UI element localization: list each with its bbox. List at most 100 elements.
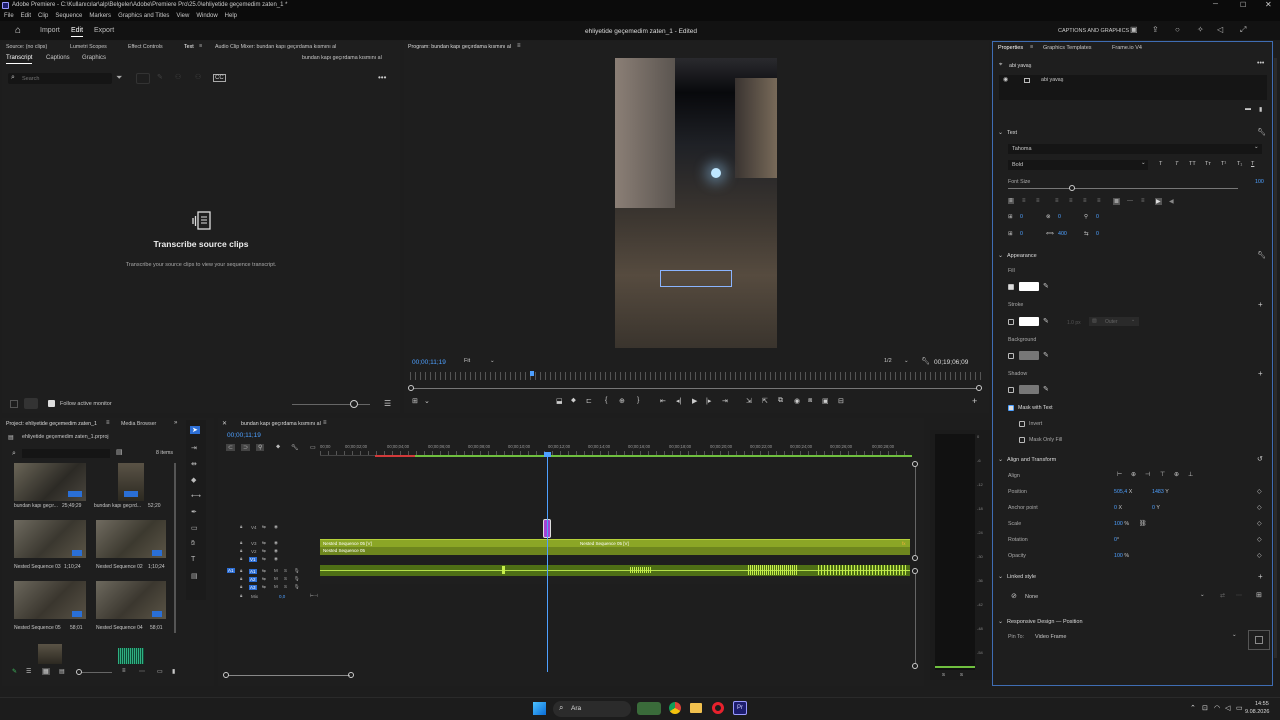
- fill-checkbox[interactable]: [1008, 284, 1014, 290]
- rotation-keyframe-icon[interactable]: ◇: [1257, 536, 1262, 543]
- align-center-icon[interactable]: ≡: [1022, 198, 1026, 204]
- small-caps-button[interactable]: Tт: [1205, 161, 1211, 167]
- align-h-left-icon[interactable]: ⊢: [1117, 471, 1122, 478]
- a1-lock-icon[interactable]: 🔒︎: [240, 568, 242, 573]
- background-eyedropper-icon[interactable]: ✎: [1043, 351, 1049, 359]
- share-icon[interactable]: ⇪: [1152, 25, 1159, 34]
- fill-color-swatch[interactable]: [1019, 282, 1039, 291]
- tab-project[interactable]: Project: ehliyetide geçemedim zaten_1: [6, 421, 97, 427]
- pen-tool-icon[interactable]: ✒: [191, 508, 197, 516]
- clear-marks-icon[interactable]: ⊕: [619, 397, 625, 405]
- cloud-icon[interactable]: ○: [1175, 25, 1180, 34]
- project-search-field[interactable]: [22, 449, 110, 458]
- a-scrollbar-track[interactable]: [915, 574, 916, 663]
- a3-sync-icon[interactable]: ⇆: [262, 584, 266, 590]
- zoom-track[interactable]: [82, 672, 112, 673]
- justify-center-icon[interactable]: ≡: [1069, 198, 1073, 204]
- sort-icon[interactable]: ≡: [122, 668, 126, 674]
- kerning-value[interactable]: 0: [1058, 214, 1061, 220]
- align-section-chevron[interactable]: ⌄: [998, 456, 1003, 463]
- rotation-field[interactable]: 0°: [1114, 537, 1119, 543]
- playhead-top[interactable]: [544, 452, 551, 457]
- resolution-dropdown[interactable]: 1/2 ⌄: [884, 358, 912, 367]
- menu-sequence[interactable]: Sequence: [55, 13, 82, 19]
- background-checkbox[interactable]: [1008, 353, 1014, 359]
- automate-icon[interactable]: ⋯: [139, 668, 145, 675]
- windows-start-icon[interactable]: [533, 702, 546, 715]
- all-caps-button[interactable]: TT: [1189, 161, 1196, 167]
- transcribe-toggle-icon[interactable]: [136, 73, 150, 84]
- mix-end-icon[interactable]: ⊢⊣: [310, 593, 318, 599]
- insert-icon[interactable]: ⬓: [556, 397, 563, 405]
- program-tab[interactable]: Program: bundan kapı geçırdama kısmını a…: [408, 44, 511, 50]
- maximize-icon[interactable]: ☐: [1240, 1, 1246, 9]
- tray-wifi-icon[interactable]: ◠: [1214, 704, 1220, 712]
- file-explorer-icon[interactable]: [690, 703, 702, 713]
- add-shadow-icon[interactable]: +: [1258, 369, 1263, 378]
- speakers-icon[interactable]: ⚇: [175, 73, 181, 81]
- step-forward-icon[interactable]: |▸: [706, 397, 711, 405]
- pencil-icon[interactable]: ✎: [12, 668, 17, 675]
- v1-sync-icon[interactable]: ⇆: [262, 556, 266, 562]
- position-y[interactable]: 1483 Y: [1152, 489, 1169, 495]
- v2-lock-icon[interactable]: 🔒︎: [240, 548, 242, 553]
- clip-a1-waveform[interactable]: [320, 565, 910, 576]
- transcript-search[interactable]: ⌕: [8, 73, 112, 84]
- track-a2[interactable]: A2: [249, 577, 257, 582]
- add-marker-icon[interactable]: ⚲: [256, 444, 265, 451]
- a1-mic-icon[interactable]: 🎙︎: [294, 568, 300, 574]
- linked-chevron[interactable]: ⌄: [998, 573, 1003, 580]
- panel-layout-icon[interactable]: ▣: [1130, 25, 1138, 34]
- scroll-start-handle[interactable]: [408, 385, 414, 391]
- a1-sync-icon[interactable]: ⇆: [262, 568, 266, 574]
- timeline-menu-icon[interactable]: ≡: [323, 420, 327, 426]
- compare-icon[interactable]: ⧉: [778, 397, 783, 405]
- eye-icon[interactable]: ◉: [1003, 76, 1008, 83]
- mark-in-out-icon[interactable]: ⊏: [586, 397, 592, 405]
- v4-lock-icon[interactable]: 🔒︎: [240, 524, 242, 529]
- chevron-down-icon[interactable]: ⌄: [424, 397, 430, 405]
- v1-eye-icon[interactable]: ◉: [274, 556, 278, 562]
- shadow-eyedropper-icon[interactable]: ✎: [1043, 385, 1049, 393]
- tab-audio-mixer[interactable]: Audio Clip Mixer: bundan kapı geçırdama …: [215, 44, 336, 50]
- scroll-end-handle[interactable]: [976, 385, 982, 391]
- tab-menu-icon[interactable]: ≡: [199, 43, 202, 49]
- list-view-icon[interactable]: ☰: [26, 668, 31, 675]
- scale-keyframe-icon[interactable]: ◇: [1257, 520, 1262, 527]
- v4-eye-icon[interactable]: ◉: [274, 524, 278, 530]
- leading-value[interactable]: 0: [1020, 231, 1023, 237]
- font-dropdown[interactable]: Tahoma ⌄: [1008, 144, 1262, 154]
- people-icon[interactable]: ⚇: [195, 73, 201, 81]
- tab-media-browser[interactable]: Media Browser: [121, 421, 156, 427]
- lift-icon[interactable]: ⇲: [746, 397, 752, 405]
- settings-sliders-icon[interactable]: ☰: [384, 399, 391, 408]
- sync-style-icon[interactable]: ⇄: [1220, 592, 1225, 599]
- export-tab[interactable]: Export: [94, 27, 114, 34]
- justify-all-icon[interactable]: ≡: [1097, 198, 1101, 204]
- a-scroll-bottom-handle[interactable]: [912, 663, 918, 669]
- menu-view[interactable]: View: [176, 13, 189, 19]
- tab-width-value[interactable]: 0: [1096, 231, 1099, 237]
- anchor-x[interactable]: 0 X: [1114, 505, 1122, 511]
- subtab-graphics[interactable]: Graphics: [82, 55, 106, 61]
- clip-thumb-4[interactable]: [14, 581, 86, 619]
- align-v-center-icon[interactable]: ⊕: [1174, 471, 1179, 478]
- trim-icon[interactable]: ⧈: [808, 397, 812, 405]
- minimize-icon[interactable]: ─: [1213, 1, 1218, 8]
- icon-view-icon[interactable]: ▦: [42, 668, 50, 675]
- step-back-icon[interactable]: ◂|: [676, 397, 681, 405]
- fullscreen-icon[interactable]: ⤢: [1240, 25, 1246, 35]
- a2-sync-icon[interactable]: ⇆: [262, 576, 266, 582]
- mark-in-icon[interactable]: {: [605, 397, 607, 404]
- clip-v2[interactable]: Nested Sequence 05: [320, 547, 910, 555]
- clip-thumb-3[interactable]: [96, 520, 166, 558]
- project-menu-icon[interactable]: ≡: [106, 420, 110, 426]
- a2-lock-icon[interactable]: 🔒︎: [240, 576, 242, 581]
- a1-source-patch[interactable]: A1: [227, 568, 235, 573]
- bottom-align-icon[interactable]: ≡: [1141, 198, 1145, 204]
- edit-tab[interactable]: Edit: [71, 27, 84, 37]
- track-v3[interactable]: V3: [251, 541, 257, 546]
- tab-source[interactable]: Source: (no clips): [6, 44, 47, 50]
- center-align-icon[interactable]: ―: [1127, 198, 1133, 204]
- position-x[interactable]: 505,4 X: [1114, 489, 1132, 495]
